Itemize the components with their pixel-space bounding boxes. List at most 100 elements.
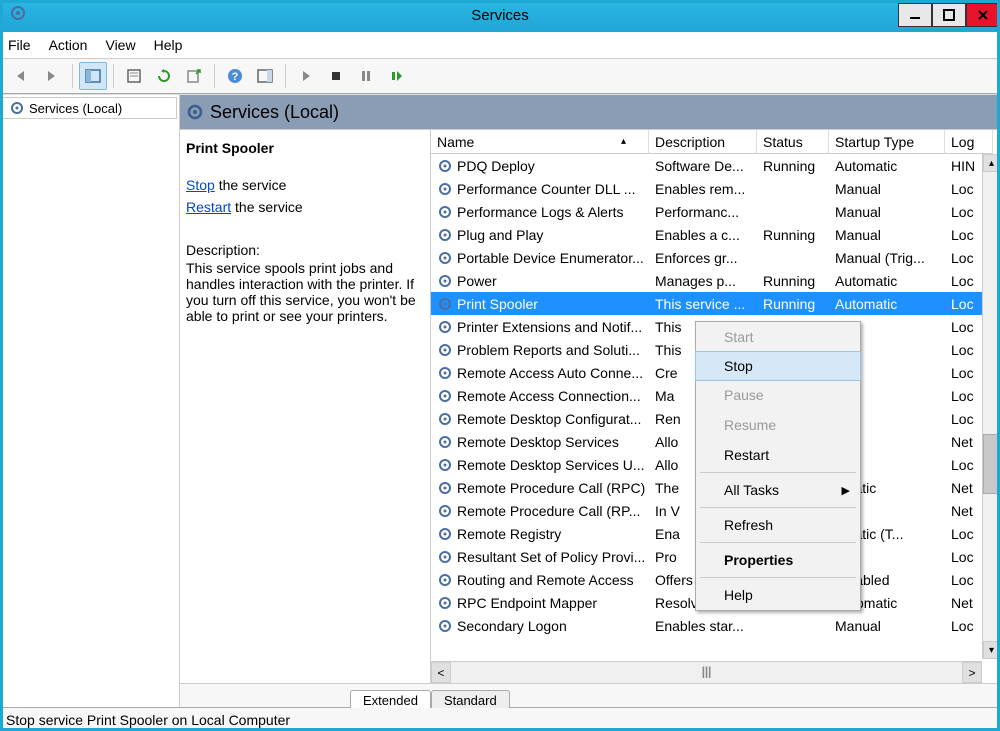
ctx-refresh[interactable]: Refresh	[696, 510, 860, 540]
table-row[interactable]: PowerManages p...RunningAutomaticLoc	[431, 269, 1000, 292]
stop-service-button[interactable]	[322, 62, 350, 90]
cell-startup: Manual	[829, 200, 945, 223]
description-text: This service spools print jobs and handl…	[186, 260, 422, 324]
cell-status	[757, 246, 829, 269]
cell-name: Secondary Logon	[431, 614, 649, 637]
service-icon	[437, 411, 453, 427]
horizontal-scrollbar[interactable]: < Ⅲ >	[431, 661, 982, 683]
cell-name: Remote Access Connection...	[431, 384, 649, 407]
table-row[interactable]: PDQ DeploySoftware De...RunningAutomatic…	[431, 154, 1000, 177]
cell-name: Remote Procedure Call (RP...	[431, 499, 649, 522]
cell-name: RPC Endpoint Mapper	[431, 591, 649, 614]
cell-desc: Enables a c...	[649, 223, 757, 246]
service-icon	[437, 319, 453, 335]
menu-help[interactable]: Help	[154, 37, 183, 53]
cell-startup: Manual (Trig...	[829, 246, 945, 269]
table-row[interactable]: Print SpoolerThis service ...RunningAuto…	[431, 292, 1000, 315]
ctx-help[interactable]: Help	[696, 580, 860, 610]
ctx-properties[interactable]: Properties	[696, 545, 860, 575]
show-hide-tree-button[interactable]	[79, 62, 107, 90]
svg-text:?: ?	[232, 71, 239, 83]
table-row[interactable]: Plug and PlayEnables a c...RunningManual…	[431, 223, 1000, 246]
menu-action[interactable]: Action	[49, 37, 88, 53]
minimize-button[interactable]	[898, 3, 932, 27]
app-icon	[10, 5, 26, 26]
refresh-button[interactable]	[150, 62, 178, 90]
hscroll-track[interactable]: Ⅲ	[451, 662, 962, 683]
service-icon	[437, 549, 453, 565]
pause-service-button[interactable]	[352, 62, 380, 90]
scroll-down-button[interactable]: ▾	[983, 641, 1000, 659]
properties-button[interactable]	[120, 62, 148, 90]
ctx-all-tasks[interactable]: All Tasks▶	[696, 475, 860, 505]
title-bar: Services	[0, 0, 1000, 30]
help-button[interactable]: ?	[221, 62, 249, 90]
service-icon	[437, 273, 453, 289]
ctx-resume: Resume	[696, 410, 860, 440]
cell-desc: Enforces gr...	[649, 246, 757, 269]
cell-desc: Enables rem...	[649, 177, 757, 200]
service-icon	[437, 181, 453, 197]
service-icon	[437, 388, 453, 404]
vertical-scrollbar[interactable]: ▴ ▾	[982, 154, 1000, 659]
cell-status: Running	[757, 223, 829, 246]
context-menu: Start Stop Pause Resume Restart All Task…	[695, 321, 861, 611]
ctx-restart[interactable]: Restart	[696, 440, 860, 470]
table-row[interactable]: Portable Device Enumerator...Enforces gr…	[431, 246, 1000, 269]
cell-desc: Software De...	[649, 154, 757, 177]
menu-file[interactable]: File	[8, 37, 31, 53]
cell-startup: Automatic	[829, 292, 945, 315]
close-button[interactable]	[966, 3, 1000, 27]
service-icon	[437, 572, 453, 588]
detail-service-name: Print Spooler	[186, 140, 422, 156]
window-title: Services	[471, 7, 529, 24]
view-tabs: Extended Standard	[180, 683, 1000, 707]
export-button[interactable]	[180, 62, 208, 90]
table-row[interactable]: Secondary LogonEnables star...ManualLoc	[431, 614, 1000, 637]
forward-button[interactable]	[38, 62, 66, 90]
tab-standard[interactable]: Standard	[431, 690, 510, 708]
start-service-button[interactable]	[292, 62, 320, 90]
table-row[interactable]: Performance Counter DLL ...Enables rem..…	[431, 177, 1000, 200]
cell-name: Portable Device Enumerator...	[431, 246, 649, 269]
scroll-thumb[interactable]	[983, 434, 1000, 494]
cell-name: Print Spooler	[431, 292, 649, 315]
column-log[interactable]: Log	[945, 130, 993, 154]
service-icon	[437, 296, 453, 312]
maximize-button[interactable]	[932, 3, 966, 27]
cell-startup: Automatic	[829, 269, 945, 292]
action-pane-button[interactable]	[251, 62, 279, 90]
scroll-left-button[interactable]: <	[431, 662, 451, 683]
menu-view[interactable]: View	[105, 37, 135, 53]
service-icon	[437, 158, 453, 174]
table-row[interactable]: Performance Logs & AlertsPerformanc...Ma…	[431, 200, 1000, 223]
scroll-up-button[interactable]: ▴	[983, 154, 1000, 172]
tree-pane: Services (Local)	[0, 95, 180, 707]
restart-service-button[interactable]	[382, 62, 410, 90]
cell-name: PDQ Deploy	[431, 154, 649, 177]
cell-name: Remote Desktop Services U...	[431, 453, 649, 476]
scroll-right-button[interactable]: >	[962, 662, 982, 683]
column-status[interactable]: Status	[757, 130, 829, 154]
column-description[interactable]: Description	[649, 130, 757, 154]
cell-name: Problem Reports and Soluti...	[431, 338, 649, 361]
back-button[interactable]	[8, 62, 36, 90]
pane-header: Services (Local)	[180, 95, 1000, 129]
service-icon	[437, 618, 453, 634]
column-name[interactable]: Name▴	[431, 130, 649, 154]
ctx-stop[interactable]: Stop	[695, 351, 861, 381]
cell-status: Running	[757, 269, 829, 292]
description-label: Description:	[186, 242, 422, 258]
column-startup[interactable]: Startup Type	[829, 130, 945, 154]
tree-root[interactable]: Services (Local)	[2, 97, 177, 119]
cell-name: Remote Procedure Call (RPC)	[431, 476, 649, 499]
cell-name: Routing and Remote Access	[431, 568, 649, 591]
tab-extended[interactable]: Extended	[350, 690, 431, 708]
restart-link[interactable]: Restart	[186, 199, 231, 215]
stop-link[interactable]: Stop	[186, 177, 215, 193]
cell-name: Remote Desktop Configurat...	[431, 407, 649, 430]
cell-name: Plug and Play	[431, 223, 649, 246]
cell-name: Printer Extensions and Notif...	[431, 315, 649, 338]
ctx-start: Start	[696, 322, 860, 352]
menu-bar: File Action View Help	[0, 30, 1000, 58]
